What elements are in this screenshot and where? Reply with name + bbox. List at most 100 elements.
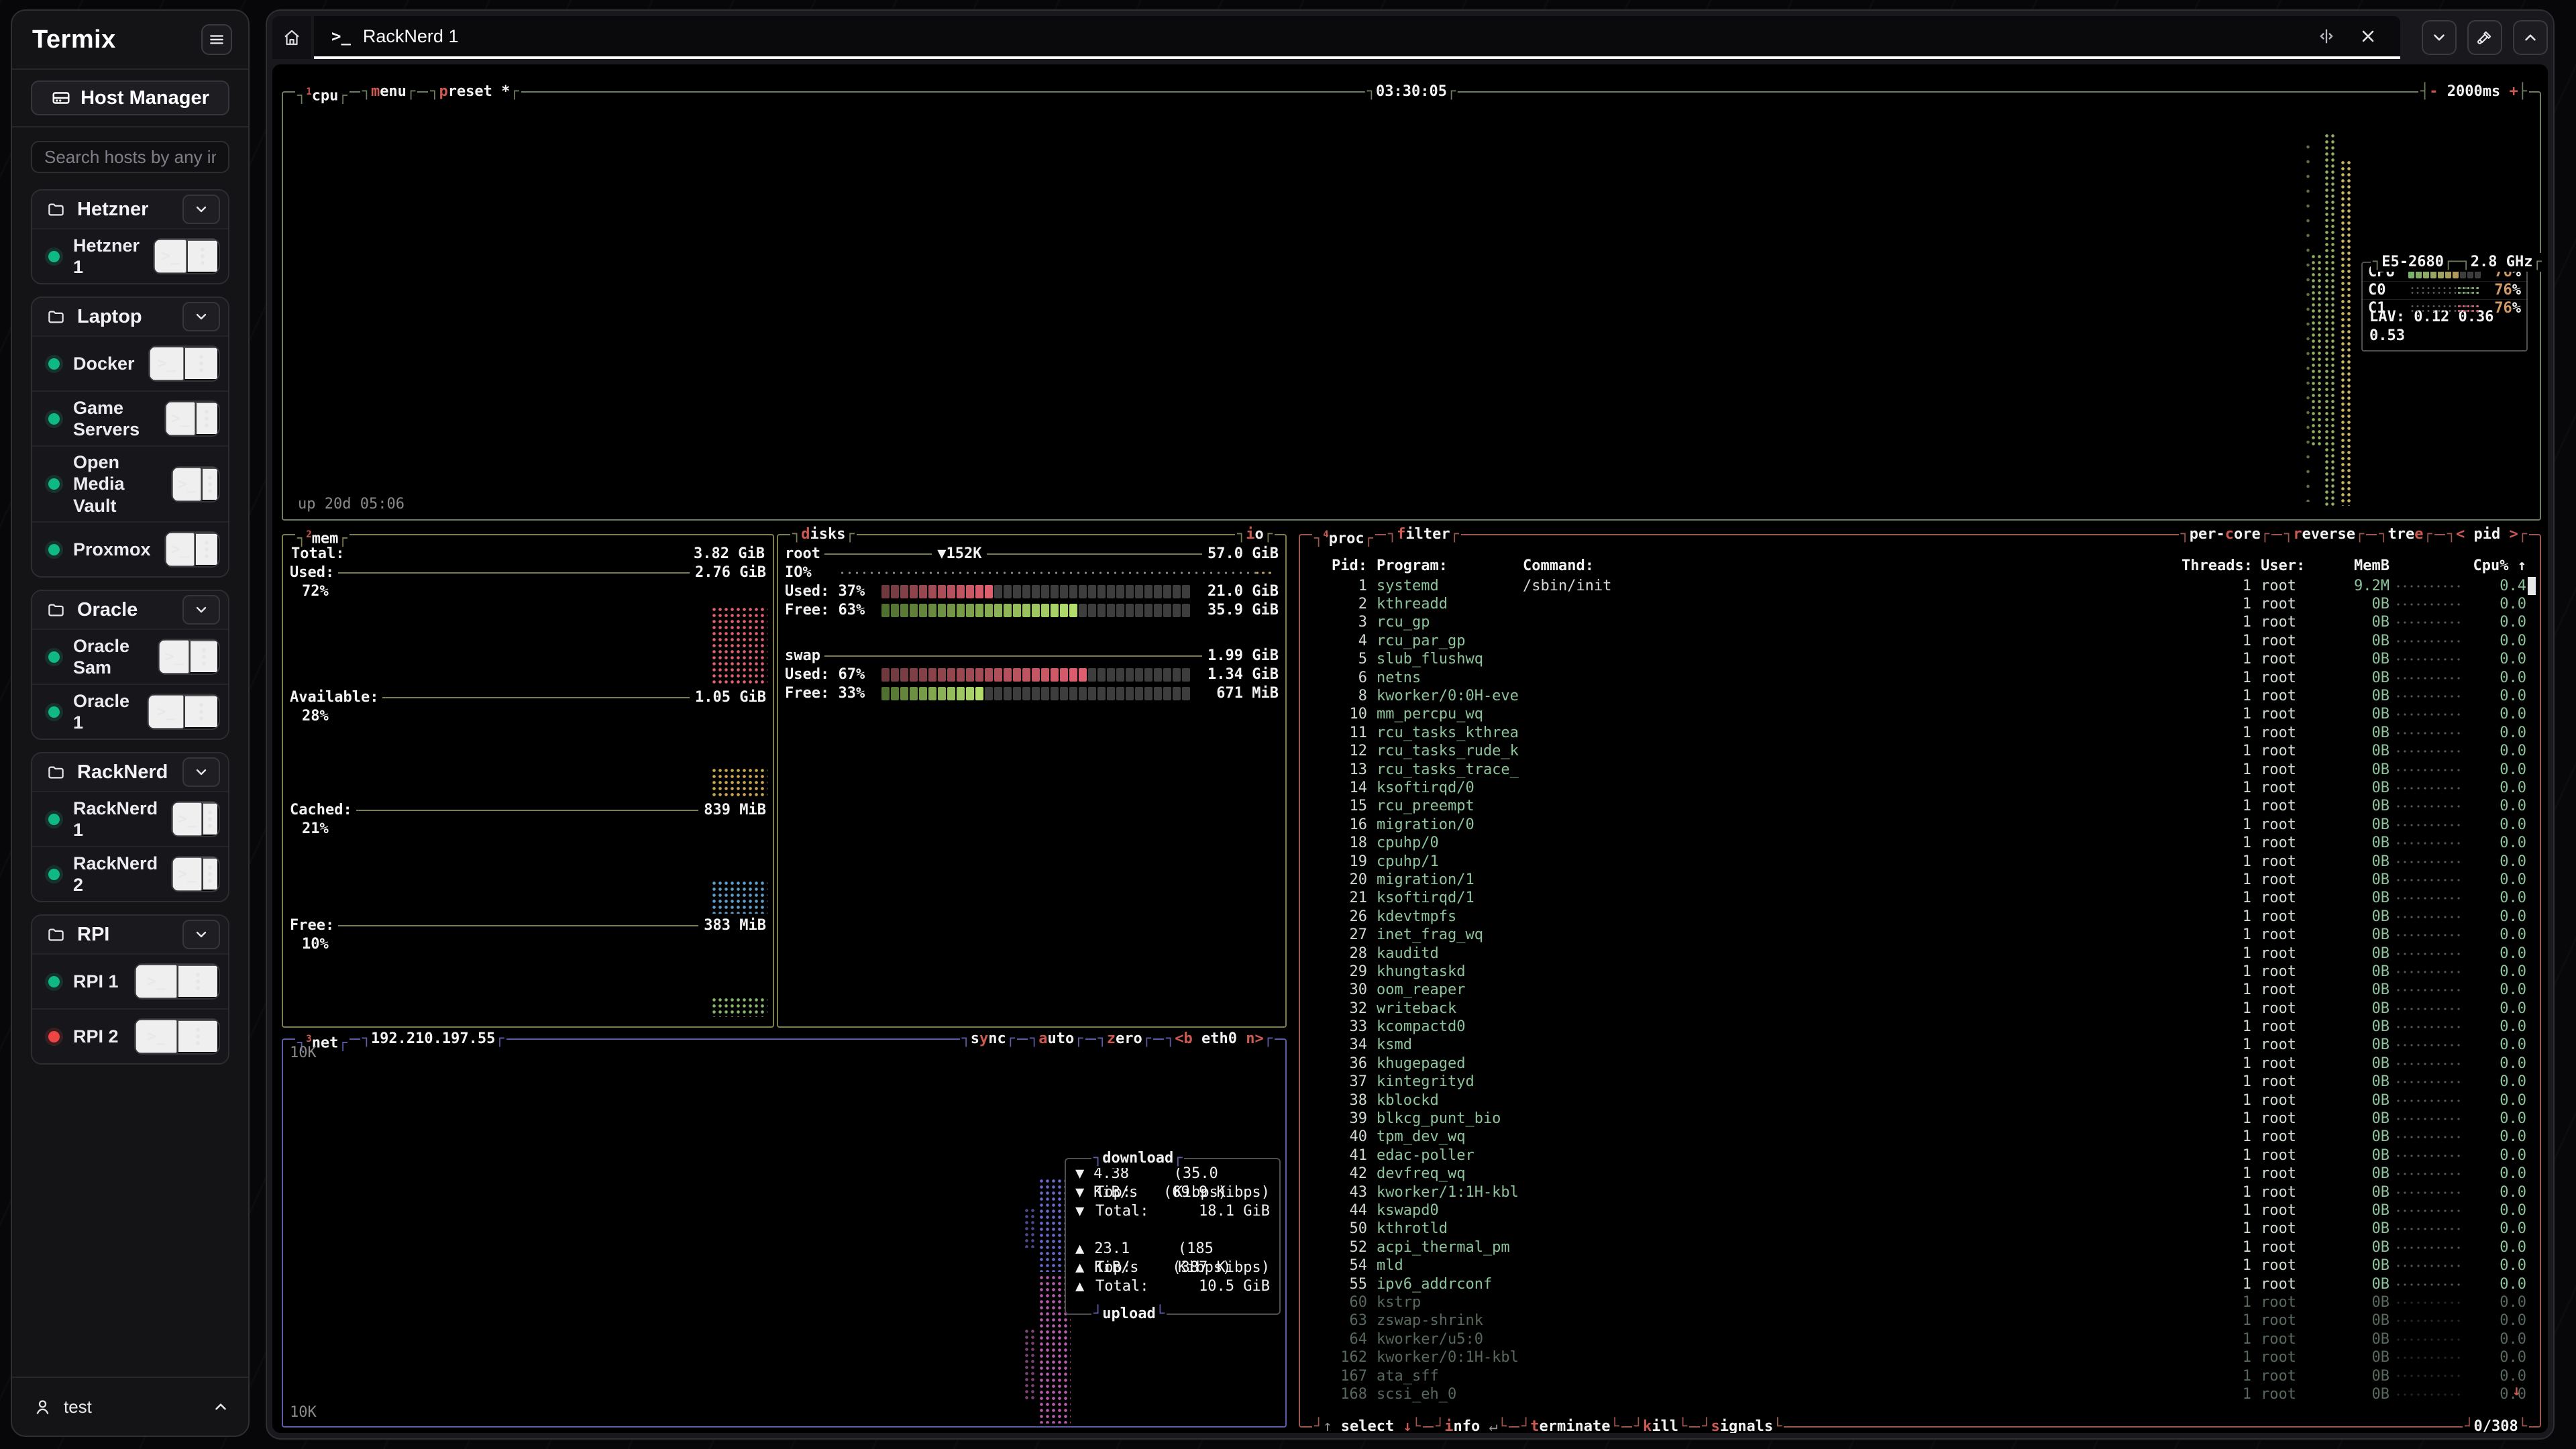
refresh-rate-control[interactable]: ┤- 2000ms +├ — [2418, 83, 2529, 101]
group-collapse-button[interactable] — [182, 920, 220, 949]
cpu-box-title[interactable]: ┐1cpu┌┐menu┌┐preset *┌ — [295, 83, 521, 105]
open-terminal-button[interactable]: >_ — [148, 695, 183, 729]
host-row-proxmox[interactable]: Proxmox>_ — [32, 521, 228, 576]
process-row[interactable]: 6netns1root0B0.0 — [1311, 669, 2526, 687]
process-row[interactable]: 5slub_flushwq1root0B0.0 — [1311, 651, 2526, 669]
host-manager-button[interactable]: Host Manager — [31, 80, 229, 115]
host-menu-button[interactable] — [189, 640, 219, 674]
group-collapse-button[interactable] — [182, 195, 220, 224]
open-terminal-button[interactable]: >_ — [172, 857, 202, 891]
host-menu-button[interactable] — [177, 965, 219, 998]
process-row[interactable]: 12rcu_tasks_rude_k1root0B0.0 — [1311, 743, 2526, 761]
host-row-hetzner-1[interactable]: Hetzner 1>_ — [32, 228, 228, 283]
group-collapse-button[interactable] — [182, 302, 220, 331]
process-row[interactable]: 4rcu_par_gp1root0B0.0 — [1311, 632, 2526, 650]
net-buttons[interactable]: ┐sync┌┐auto┌┐zero┌┐<b eth0 n>┌ — [960, 1030, 1275, 1049]
search-input[interactable] — [31, 141, 229, 173]
process-row[interactable]: 18cpuhp/01root0B0.0 — [1311, 834, 2526, 852]
process-row[interactable]: 16migration/01root0B0.0 — [1311, 816, 2526, 834]
open-terminal-button[interactable]: >_ — [154, 239, 186, 273]
process-row[interactable]: 64kworker/u5:01root0B0.0 — [1311, 1330, 2526, 1348]
open-terminal-button[interactable]: >_ — [136, 965, 177, 998]
host-row-oracle-1[interactable]: Oracle 1>_ — [32, 684, 228, 739]
process-row[interactable]: 42devfreq_wq1root0B0.0 — [1311, 1165, 2526, 1183]
host-row-rpi-1[interactable]: RPI 1>_ — [32, 953, 228, 1008]
group-header[interactable]: Oracle — [32, 591, 228, 629]
close-tab-button[interactable] — [2353, 21, 2383, 51]
open-terminal-button[interactable]: >_ — [159, 640, 189, 674]
host-menu-button[interactable] — [186, 239, 219, 273]
host-row-racknerd-2[interactable]: RackNerd 2>_ — [32, 846, 228, 901]
process-row[interactable]: 29khungtaskd1root0B0.0 — [1311, 963, 2526, 981]
process-row[interactable]: 54mld1root0B0.0 — [1311, 1256, 2526, 1275]
process-row[interactable]: 55ipv6_addrconf1root0B0.0 — [1311, 1275, 2526, 1293]
open-terminal-button[interactable]: >_ — [136, 1020, 177, 1053]
host-menu-button[interactable] — [184, 347, 219, 380]
host-menu-button[interactable] — [201, 468, 219, 501]
group-header[interactable]: RackNerd — [32, 753, 228, 791]
host-row-open-media-vault[interactable]: Open Media Vault>_ — [32, 445, 228, 521]
process-row[interactable]: 8kworker/0:0H-eve1root0B0.0 — [1311, 687, 2526, 705]
proc-box-title[interactable]: ┐4proc┌┐filter┌ — [1312, 525, 1461, 548]
host-menu-button[interactable] — [184, 695, 219, 729]
tab-racknerd-1[interactable]: >_ RackNerd 1 — [314, 16, 2400, 59]
host-row-rpi-2[interactable]: RPI 2>_ — [32, 1008, 228, 1063]
process-row[interactable]: 38kblockd1root0B0.0 — [1311, 1091, 2526, 1110]
open-terminal-button[interactable]: >_ — [166, 402, 195, 435]
process-row[interactable]: 1systemd/sbin/init1root9.2M0.4 — [1311, 577, 2526, 595]
proc-scrollbar[interactable] — [2528, 577, 2536, 595]
open-terminal-button[interactable]: >_ — [172, 802, 202, 836]
group-collapse-button[interactable] — [182, 757, 220, 787]
open-terminal-button[interactable]: >_ — [166, 533, 195, 566]
process-row[interactable]: 50kthrotld1root0B0.0 — [1311, 1220, 2526, 1238]
host-menu-button[interactable] — [195, 533, 219, 566]
home-button[interactable] — [272, 16, 311, 59]
process-row[interactable]: 20migration/11root0B0.0 — [1311, 871, 2526, 889]
process-row[interactable]: 44kswapd01root0B0.0 — [1311, 1201, 2526, 1220]
process-row[interactable]: 30oom_reaper1root0B0.0 — [1311, 981, 2526, 1000]
host-row-docker[interactable]: Docker>_ — [32, 335, 228, 390]
process-list[interactable]: 1systemd/sbin/init1root9.2M0.42kthreadd1… — [1311, 577, 2526, 1405]
process-row[interactable]: 28kauditd1root0B0.0 — [1311, 945, 2526, 963]
sidebar-menu-button[interactable] — [201, 24, 232, 55]
process-row[interactable]: 167ata_sff1root0B0.0 — [1311, 1367, 2526, 1385]
tools-button[interactable] — [2467, 20, 2502, 55]
process-row[interactable]: 15rcu_preempt1root0B0.0 — [1311, 798, 2526, 816]
group-header[interactable]: Hetzner — [32, 191, 228, 228]
process-row[interactable]: 33kcompactd01root0B0.0 — [1311, 1018, 2526, 1036]
process-row[interactable]: 36khugepaged1root0B0.0 — [1311, 1055, 2526, 1073]
process-row[interactable]: 39blkcg_punt_bio1root0B0.0 — [1311, 1110, 2526, 1128]
process-row[interactable]: 43kworker/1:1H-kbl1root0B0.0 — [1311, 1183, 2526, 1201]
host-row-racknerd-1[interactable]: RackNerd 1>_ — [32, 791, 228, 846]
host-row-oracle-sam[interactable]: Oracle Sam>_ — [32, 629, 228, 684]
process-row[interactable]: 52acpi_thermal_pm1root0B0.0 — [1311, 1238, 2526, 1256]
proc-footer-buttons[interactable]: ┘↑ select ↓└┘info ↵└┘terminate└┘kill└┘si… — [1312, 1417, 1784, 1433]
panel-expand-button[interactable] — [2513, 20, 2548, 55]
split-view-button[interactable] — [2312, 21, 2341, 51]
group-header[interactable]: RPI — [32, 916, 228, 953]
process-row[interactable]: 13rcu_tasks_trace_1root0B0.0 — [1311, 761, 2526, 779]
open-terminal-button[interactable]: >_ — [150, 347, 184, 380]
process-row[interactable]: 63zswap-shrink1root0B0.0 — [1311, 1312, 2526, 1330]
panel-collapse-button[interactable] — [2422, 20, 2457, 55]
host-menu-button[interactable] — [195, 402, 219, 435]
proc-options[interactable]: ┐per-core┌┐reverse┌┐tree┌┐< pid >┌ — [2179, 525, 2529, 544]
process-row[interactable]: 21ksoftirqd/11root0B0.0 — [1311, 890, 2526, 908]
host-menu-button[interactable] — [202, 857, 219, 891]
terminal-view[interactable]: ┐1cpu┌┐menu┌┐preset *┌ ┐03:30:05┌ ┤- 200… — [272, 64, 2548, 1433]
process-row[interactable]: 2kthreadd1root0B0.0 — [1311, 595, 2526, 613]
process-row[interactable]: 26kdevtmpfs1root0B0.0 — [1311, 908, 2526, 926]
group-collapse-button[interactable] — [182, 595, 220, 625]
process-row[interactable]: 14ksoftirqd/01root0B0.0 — [1311, 779, 2526, 797]
group-header[interactable]: Laptop — [32, 298, 228, 335]
user-footer[interactable]: test — [12, 1377, 248, 1436]
process-row[interactable]: 3rcu_gp1root0B0.0 — [1311, 614, 2526, 632]
process-row[interactable]: 10mm_percpu_wq1root0B0.0 — [1311, 706, 2526, 724]
process-row[interactable]: 41edac-poller1root0B0.0 — [1311, 1146, 2526, 1165]
process-row[interactable]: 34ksmd1root0B0.0 — [1311, 1036, 2526, 1055]
open-terminal-button[interactable]: >_ — [172, 468, 202, 501]
process-row[interactable]: 40tpm_dev_wq1root0B0.0 — [1311, 1128, 2526, 1146]
chevron-up-icon[interactable] — [212, 1398, 229, 1415]
host-menu-button[interactable] — [202, 802, 219, 836]
process-row[interactable]: 27inet_frag_wq1root0B0.0 — [1311, 926, 2526, 944]
